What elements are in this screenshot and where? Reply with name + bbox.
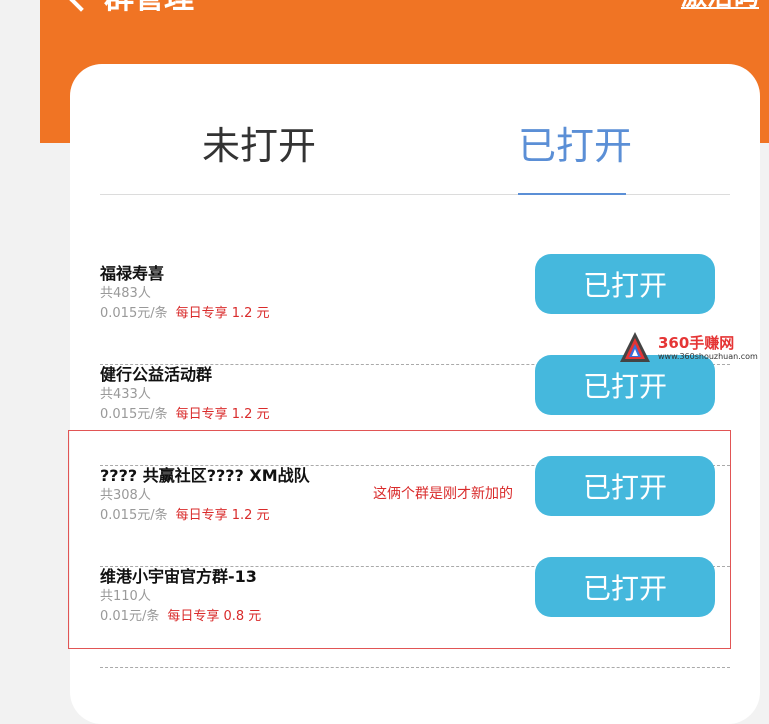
group-price: 0.015元/条 每日专享 1.2 元 (100, 406, 270, 424)
watermark-url: www.360shouzhuan.com (658, 352, 758, 361)
daily-promo: 每日专享 1.2 元 (175, 407, 270, 422)
top-right-link[interactable]: 激活码 (681, 0, 759, 12)
tab-bar: 未打开 已打开 (100, 64, 730, 195)
watermark: 360手赚网 www.360shouzhuan.com (618, 330, 768, 366)
price-value: 0.015元/条 (100, 306, 168, 321)
group-members: 共433人 (100, 387, 151, 402)
tab-unopened[interactable]: 未打开 (202, 122, 316, 170)
group-members: 共483人 (100, 286, 151, 301)
daily-promo: 每日专享 1.2 元 (175, 306, 270, 321)
chevron-left-icon (68, 0, 94, 12)
annotation-box (68, 430, 731, 649)
price-value: 0.015元/条 (100, 407, 168, 422)
watermark-logo-icon (620, 332, 650, 362)
tab-opened[interactable]: 已打开 (518, 122, 632, 170)
back-button[interactable]: 群管理 (68, 0, 194, 14)
active-tab-indicator (518, 193, 626, 195)
page-title: 群管理 (104, 0, 194, 14)
annotation-note: 这俩个群是刚才新加的 (373, 486, 513, 502)
opened-button[interactable]: 已打开 (535, 254, 715, 314)
row-divider (100, 667, 730, 668)
group-name: 福禄寿喜 (100, 264, 165, 283)
group-price: 0.015元/条 每日专享 1.2 元 (100, 305, 270, 323)
group-name: 健行公益活动群 (100, 365, 213, 384)
watermark-brand: 360手赚网 (658, 334, 735, 352)
